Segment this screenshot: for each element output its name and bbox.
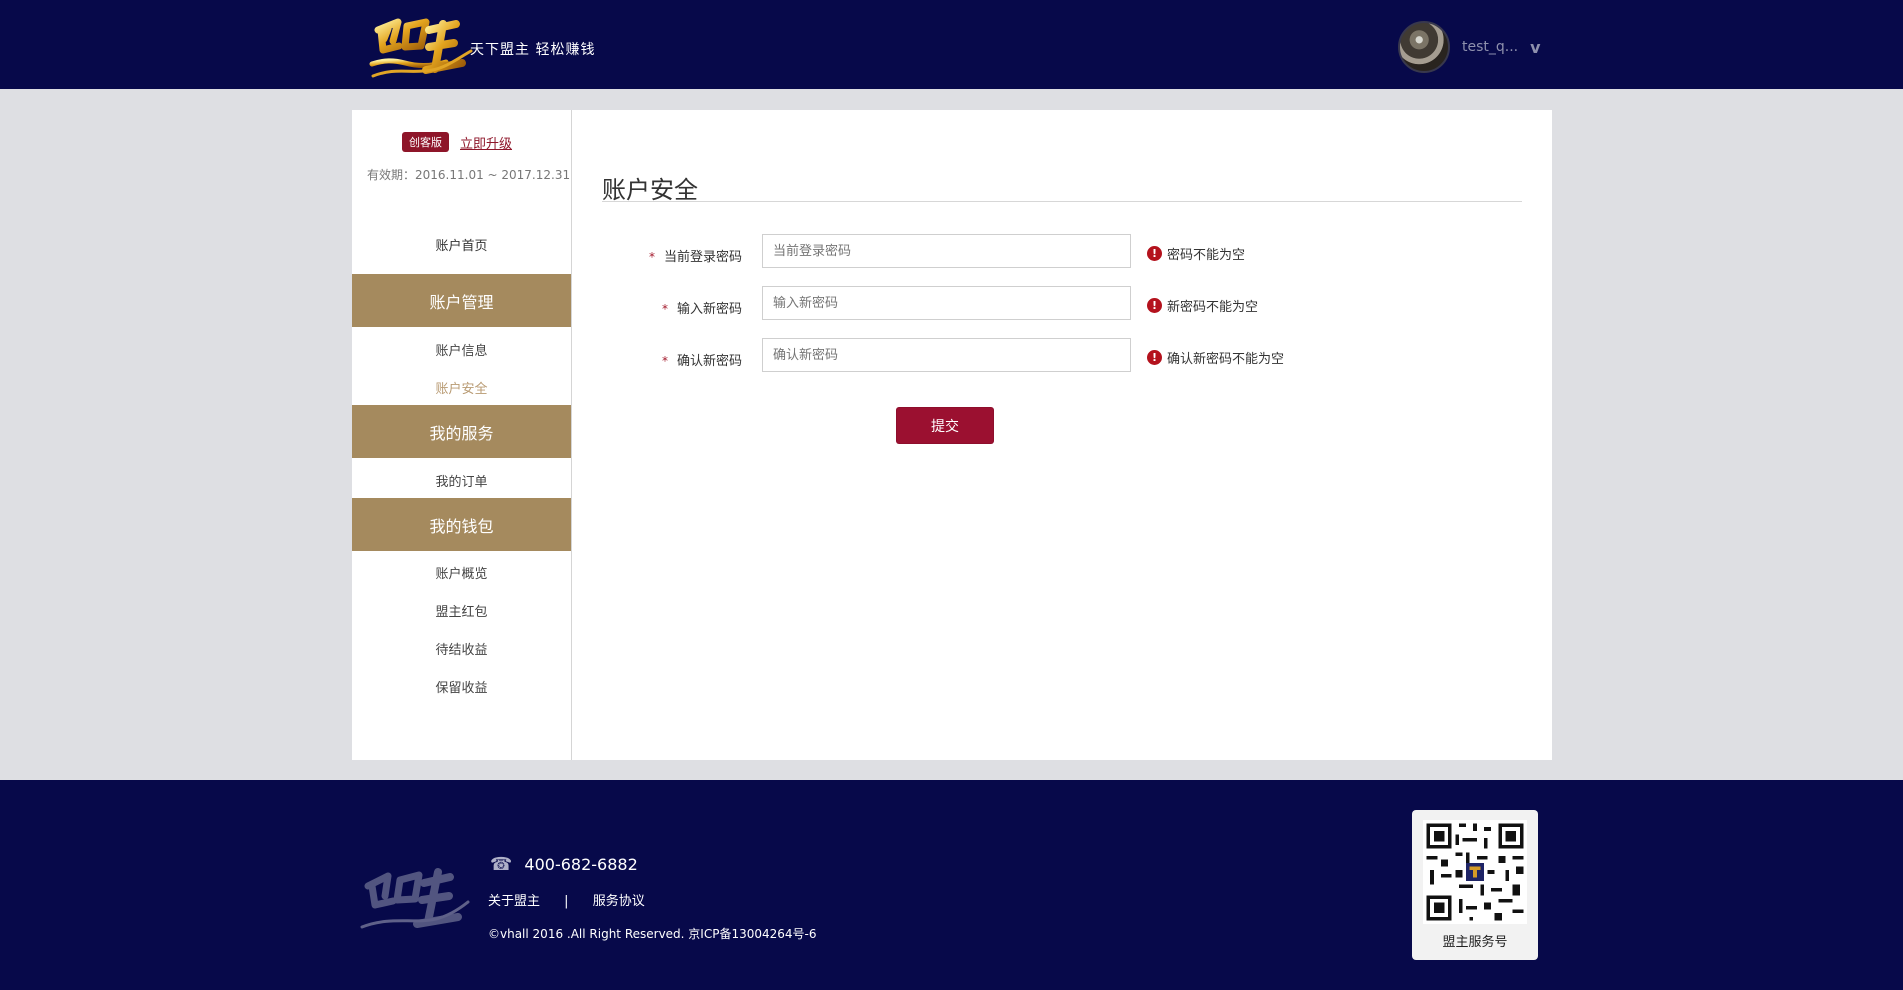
new-password-row: * 输入新密码 ! 新密码不能为空 [602,286,1522,324]
user-avatar[interactable] [1398,21,1450,73]
required-marker: * [648,250,655,264]
sidebar-item-account-info[interactable]: 账户信息 [352,340,571,359]
account-sidebar: 创客版 立即升级 有效期：2016.11.01 ~ 2017.12.31 账户首… [352,110,572,760]
qr-label: 盟主服务号 [1442,935,1508,950]
brand-logo[interactable] [368,12,476,82]
about-link[interactable]: 关于盟主 [488,890,540,909]
footer-brand-logo[interactable] [358,852,470,930]
new-password-error: ! 新密码不能为空 [1147,296,1258,315]
sidebar-item-red-envelope[interactable]: 盟主红包 [352,601,571,620]
phone-number[interactable]: 400-682-6882 [524,855,637,874]
service-account-qr-card: 盟主服务号 [1412,810,1538,960]
footer-link-separator: | [564,894,569,909]
footer-links: 关于盟主 | 服务协议 [488,890,645,909]
sidebar-item-pending-earnings[interactable]: 待结收益 [352,639,571,658]
validity-period: 有效期：2016.11.01 ~ 2017.12.31 [367,168,571,182]
site-footer: ☎ 400-682-6882 关于盟主 | 服务协议 ©vhall 2016 .… [0,780,1903,990]
new-password-input[interactable] [762,286,1131,320]
current-password-row: * 当前登录密码 ! 密码不能为空 [602,234,1522,272]
copyright-text: ©vhall 2016 .All Right Reserved. 京ICP备13… [488,927,817,941]
sidebar-section-my-wallet[interactable]: 我的钱包 [352,498,571,551]
page-title: 账户安全 [602,176,698,205]
account-security-content: 账户安全 * 当前登录密码 ! 密码不能为空 * 输入新密码 ! 新密码不能为空 * 确认… [602,110,1522,760]
username[interactable]: test_q... [1462,39,1518,55]
qr-code-icon [1423,820,1527,924]
service-agreement-link[interactable]: 服务协议 [593,890,645,909]
chevron-down-icon[interactable]: v [1530,38,1540,57]
title-divider [602,201,1522,202]
error-icon: ! [1147,298,1162,313]
required-marker: * [661,302,668,316]
user-menu[interactable]: test_q... v [1398,19,1541,75]
edition-row: 创客版 立即升级 [402,132,512,152]
new-password-label: * 输入新密码 [661,302,742,317]
current-password-label: * 当前登录密码 [648,250,742,265]
confirm-password-label: * 确认新密码 [661,354,742,369]
confirm-password-row: * 确认新密码 ! 确认新密码不能为空 [602,338,1522,376]
current-password-input[interactable] [762,234,1131,268]
phone-icon: ☎ [490,854,513,875]
phone-contact: ☎ 400-682-6882 [490,854,638,875]
sidebar-item-account-home[interactable]: 账户首页 [352,235,571,254]
current-password-error: ! 密码不能为空 [1147,244,1245,263]
sidebar-section-account-management[interactable]: 账户管理 [352,274,571,327]
sidebar-item-account-overview[interactable]: 账户概览 [352,563,571,582]
sidebar-item-my-orders[interactable]: 我的订单 [352,471,571,490]
error-icon: ! [1147,350,1162,365]
site-slogan: 天下盟主 轻松赚钱 [470,42,596,58]
confirm-password-error: ! 确认新密码不能为空 [1147,348,1284,367]
sidebar-section-my-services[interactable]: 我的服务 [352,405,571,458]
site-header: 天下盟主 轻松赚钱 test_q... v [0,0,1903,89]
submit-button[interactable]: 提交 [896,407,994,444]
required-marker: * [661,354,668,368]
error-icon: ! [1147,246,1162,261]
edition-badge: 创客版 [402,132,449,152]
sidebar-item-account-security[interactable]: 账户安全 [352,378,571,397]
main-panel: 创客版 立即升级 有效期：2016.11.01 ~ 2017.12.31 账户首… [352,110,1552,760]
upgrade-link[interactable]: 立即升级 [460,133,512,152]
confirm-password-input[interactable] [762,338,1131,372]
sidebar-item-retained-earnings[interactable]: 保留收益 [352,677,571,696]
